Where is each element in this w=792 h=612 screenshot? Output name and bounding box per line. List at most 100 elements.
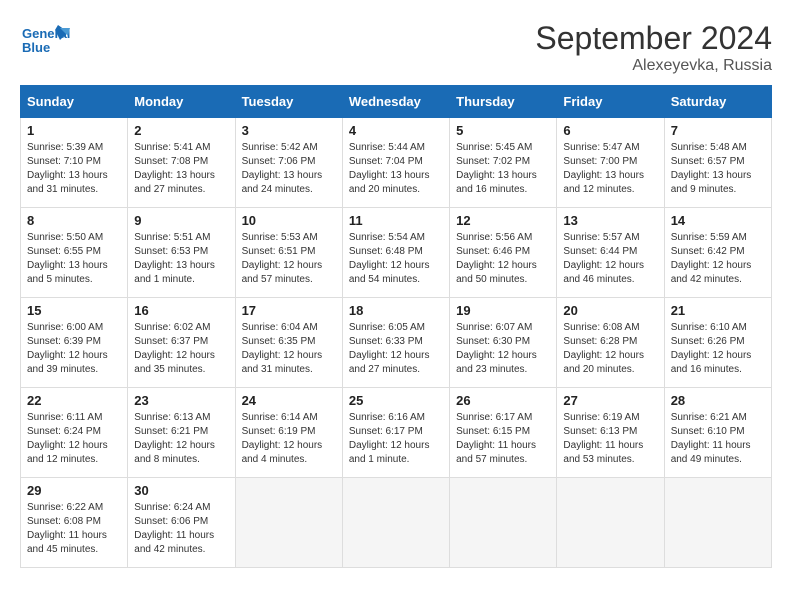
calendar-cell: 8 Sunrise: 5:50 AMSunset: 6:55 PMDaylight… <box>21 208 128 298</box>
calendar-cell: 17 Sunrise: 6:04 AMSunset: 6:35 PMDayligh… <box>235 298 342 388</box>
calendar-cell: 21 Sunrise: 6:10 AMSunset: 6:26 PMDayligh… <box>664 298 771 388</box>
day-info: Sunrise: 5:57 AMSunset: 6:44 PMDaylight:… <box>563 231 657 287</box>
day-number: 30 <box>134 483 228 498</box>
day-header-monday: Monday <box>128 86 235 118</box>
day-number: 12 <box>456 213 550 228</box>
day-number: 29 <box>27 483 121 498</box>
day-info: Sunrise: 5:41 AMSunset: 7:08 PMDaylight:… <box>134 141 228 197</box>
calendar-cell: 19 Sunrise: 6:07 AMSunset: 6:30 PMDayligh… <box>450 298 557 388</box>
day-info: Sunrise: 6:07 AMSunset: 6:30 PMDaylight:… <box>456 321 550 377</box>
day-info: Sunrise: 6:19 AMSunset: 6:13 PMDaylight:… <box>563 411 657 467</box>
calendar-cell <box>235 478 342 568</box>
day-info: Sunrise: 6:11 AMSunset: 6:24 PMDaylight:… <box>27 411 121 467</box>
day-number: 20 <box>563 303 657 318</box>
day-info: Sunrise: 6:00 AMSunset: 6:39 PMDaylight:… <box>27 321 121 377</box>
day-number: 27 <box>563 393 657 408</box>
day-info: Sunrise: 6:10 AMSunset: 6:26 PMDaylight:… <box>671 321 765 377</box>
calendar-cell <box>450 478 557 568</box>
day-number: 13 <box>563 213 657 228</box>
day-info: Sunrise: 6:13 AMSunset: 6:21 PMDaylight:… <box>134 411 228 467</box>
day-header-sunday: Sunday <box>21 86 128 118</box>
calendar-cell: 6 Sunrise: 5:47 AMSunset: 7:00 PMDaylight… <box>557 118 664 208</box>
calendar-cell: 4 Sunrise: 5:44 AMSunset: 7:04 PMDaylight… <box>342 118 449 208</box>
day-number: 19 <box>456 303 550 318</box>
calendar-cell: 26 Sunrise: 6:17 AMSunset: 6:15 PMDayligh… <box>450 388 557 478</box>
svg-text:Blue: Blue <box>22 40 50 55</box>
calendar-cell: 7Sunrise: 5:48 AMSunset: 6:57 PMDaylight… <box>664 118 771 208</box>
day-info: Sunrise: 6:02 AMSunset: 6:37 PMDaylight:… <box>134 321 228 377</box>
day-info: Sunrise: 6:08 AMSunset: 6:28 PMDaylight:… <box>563 321 657 377</box>
day-info: Sunrise: 6:22 AMSunset: 6:08 PMDaylight:… <box>27 501 121 557</box>
day-number: 16 <box>134 303 228 318</box>
calendar-cell: 30 Sunrise: 6:24 AMSunset: 6:06 PMDayligh… <box>128 478 235 568</box>
page-header: General Blue September 2024 Alexeyevka, … <box>20 20 772 75</box>
day-info: Sunrise: 6:17 AMSunset: 6:15 PMDaylight:… <box>456 411 550 467</box>
day-header-wednesday: Wednesday <box>342 86 449 118</box>
calendar-cell: 20 Sunrise: 6:08 AMSunset: 6:28 PMDayligh… <box>557 298 664 388</box>
day-info: Sunrise: 5:45 AMSunset: 7:02 PMDaylight:… <box>456 141 550 197</box>
day-info: Sunrise: 6:04 AMSunset: 6:35 PMDaylight:… <box>242 321 336 377</box>
calendar-cell: 9 Sunrise: 5:51 AMSunset: 6:53 PMDaylight… <box>128 208 235 298</box>
day-header-tuesday: Tuesday <box>235 86 342 118</box>
day-number: 21 <box>671 303 765 318</box>
day-info: Sunrise: 6:21 AMSunset: 6:10 PMDaylight:… <box>671 411 765 467</box>
day-number: 4 <box>349 123 443 138</box>
title-section: September 2024 Alexeyevka, Russia <box>535 20 772 75</box>
day-info: Sunrise: 5:56 AMSunset: 6:46 PMDaylight:… <box>456 231 550 287</box>
day-number: 17 <box>242 303 336 318</box>
day-info: Sunrise: 5:54 AMSunset: 6:48 PMDaylight:… <box>349 231 443 287</box>
calendar-cell: 3 Sunrise: 5:42 AMSunset: 7:06 PMDaylight… <box>235 118 342 208</box>
location-subtitle: Alexeyevka, Russia <box>535 57 772 75</box>
day-number: 1 <box>27 123 121 138</box>
calendar-cell: 5 Sunrise: 5:45 AMSunset: 7:02 PMDaylight… <box>450 118 557 208</box>
calendar-cell: 10 Sunrise: 5:53 AMSunset: 6:51 PMDayligh… <box>235 208 342 298</box>
calendar-cell <box>664 478 771 568</box>
day-header-saturday: Saturday <box>664 86 771 118</box>
day-info: Sunrise: 5:53 AMSunset: 6:51 PMDaylight:… <box>242 231 336 287</box>
day-info: Sunrise: 5:47 AMSunset: 7:00 PMDaylight:… <box>563 141 657 197</box>
calendar-cell: 14Sunrise: 5:59 AMSunset: 6:42 PMDayligh… <box>664 208 771 298</box>
day-number: 9 <box>134 213 228 228</box>
day-number: 15 <box>27 303 121 318</box>
day-header-friday: Friday <box>557 86 664 118</box>
calendar-cell <box>342 478 449 568</box>
calendar-cell: 15 Sunrise: 6:00 AMSunset: 6:39 PMDayligh… <box>21 298 128 388</box>
day-info: Sunrise: 6:05 AMSunset: 6:33 PMDaylight:… <box>349 321 443 377</box>
day-number: 24 <box>242 393 336 408</box>
calendar-cell: 23 Sunrise: 6:13 AMSunset: 6:21 PMDayligh… <box>128 388 235 478</box>
calendar-cell: 11Sunrise: 5:54 AMSunset: 6:48 PMDayligh… <box>342 208 449 298</box>
logo: General Blue <box>20 20 70 65</box>
day-info: Sunrise: 5:39 AMSunset: 7:10 PMDaylight:… <box>27 141 121 197</box>
day-number: 6 <box>563 123 657 138</box>
calendar-cell: 12 Sunrise: 5:56 AMSunset: 6:46 PMDayligh… <box>450 208 557 298</box>
calendar-cell <box>557 478 664 568</box>
day-info: Sunrise: 5:59 AMSunset: 6:42 PMDaylight:… <box>671 231 765 287</box>
calendar-table: SundayMondayTuesdayWednesdayThursdayFrid… <box>20 85 772 568</box>
calendar-cell: 2 Sunrise: 5:41 AMSunset: 7:08 PMDaylight… <box>128 118 235 208</box>
day-info: Sunrise: 5:50 AMSunset: 6:55 PMDaylight:… <box>27 231 121 287</box>
calendar-cell: 1 Sunrise: 5:39 AMSunset: 7:10 PMDaylight… <box>21 118 128 208</box>
calendar-cell: 16 Sunrise: 6:02 AMSunset: 6:37 PMDayligh… <box>128 298 235 388</box>
day-info: Sunrise: 6:14 AMSunset: 6:19 PMDaylight:… <box>242 411 336 467</box>
calendar-cell: 28Sunrise: 6:21 AMSunset: 6:10 PMDayligh… <box>664 388 771 478</box>
day-number: 10 <box>242 213 336 228</box>
calendar-cell: 24 Sunrise: 6:14 AMSunset: 6:19 PMDayligh… <box>235 388 342 478</box>
day-number: 8 <box>27 213 121 228</box>
day-info: Sunrise: 5:51 AMSunset: 6:53 PMDaylight:… <box>134 231 228 287</box>
calendar-cell: 18Sunrise: 6:05 AMSunset: 6:33 PMDayligh… <box>342 298 449 388</box>
day-number: 7 <box>671 123 765 138</box>
calendar-cell: 27 Sunrise: 6:19 AMSunset: 6:13 PMDayligh… <box>557 388 664 478</box>
day-number: 23 <box>134 393 228 408</box>
day-info: Sunrise: 6:24 AMSunset: 6:06 PMDaylight:… <box>134 501 228 557</box>
day-number: 2 <box>134 123 228 138</box>
calendar-cell: 22Sunrise: 6:11 AMSunset: 6:24 PMDayligh… <box>21 388 128 478</box>
day-header-thursday: Thursday <box>450 86 557 118</box>
day-number: 5 <box>456 123 550 138</box>
day-info: Sunrise: 5:44 AMSunset: 7:04 PMDaylight:… <box>349 141 443 197</box>
month-title: September 2024 <box>535 20 772 57</box>
day-number: 3 <box>242 123 336 138</box>
day-number: 26 <box>456 393 550 408</box>
calendar-cell: 29 Sunrise: 6:22 AMSunset: 6:08 PMDayligh… <box>21 478 128 568</box>
day-info: Sunrise: 5:42 AMSunset: 7:06 PMDaylight:… <box>242 141 336 197</box>
day-info: Sunrise: 6:16 AMSunset: 6:17 PMDaylight:… <box>349 411 443 467</box>
